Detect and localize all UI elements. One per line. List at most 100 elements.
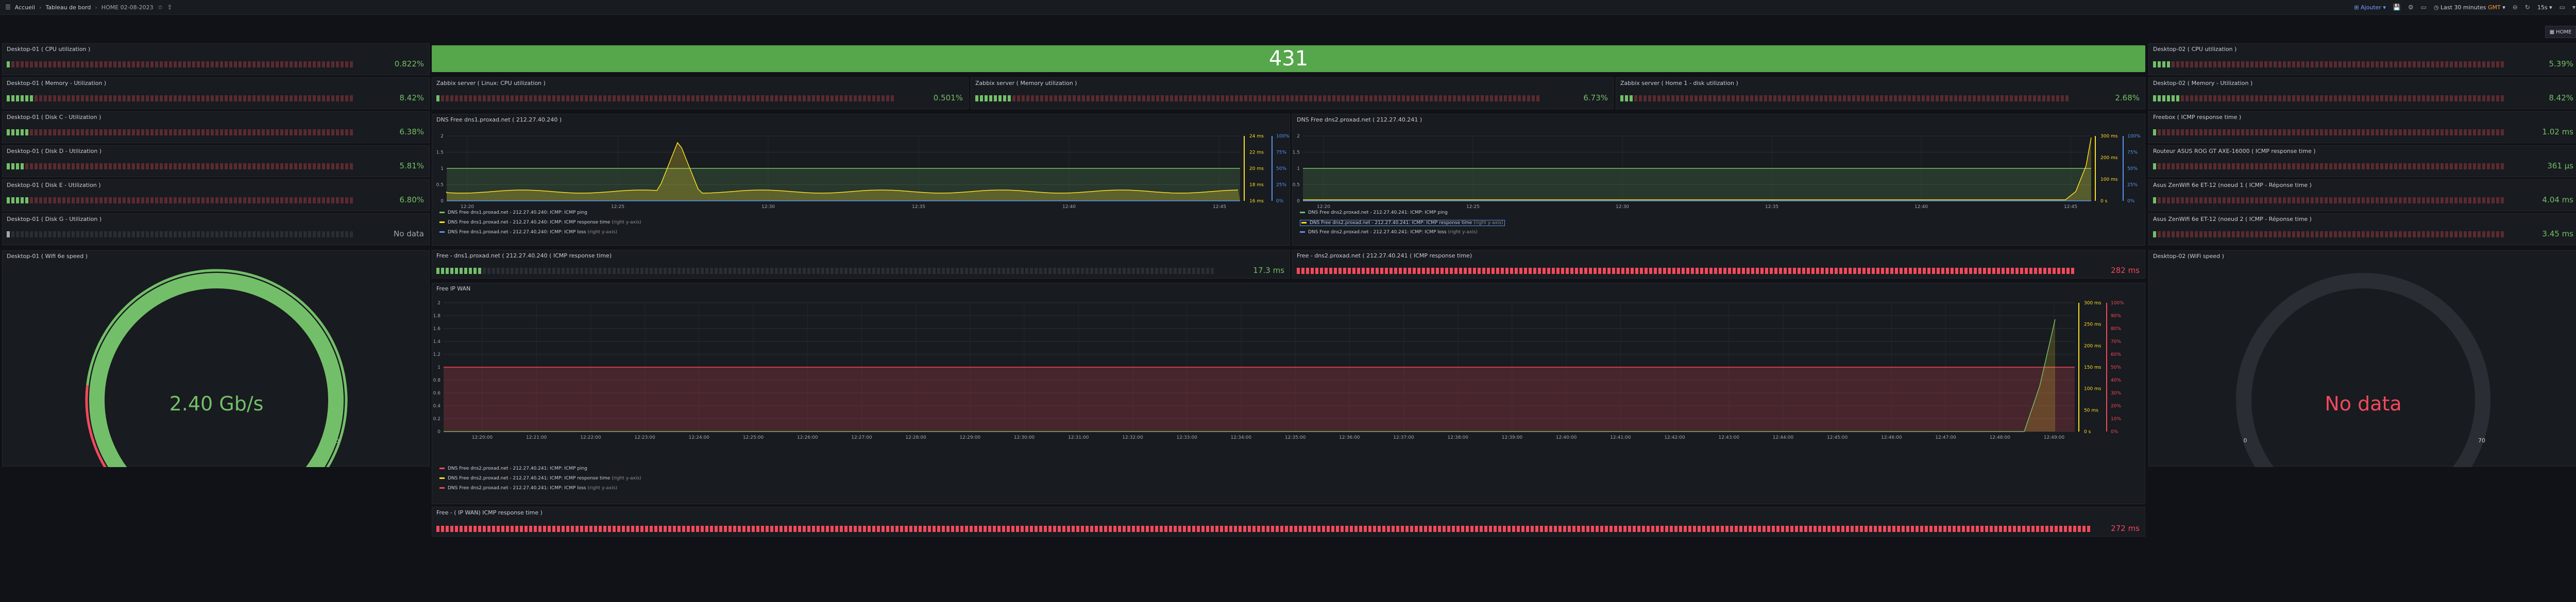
breadcrumb-home[interactable]: Accueil [15, 4, 35, 11]
gauge-segment [831, 95, 834, 101]
gauge-segment [1895, 268, 1898, 274]
gauge-segment [350, 197, 353, 203]
gauge-segment [1473, 268, 1476, 274]
gauge-segment [798, 95, 801, 101]
stat-total: 431 [432, 45, 2145, 72]
chevron-down-icon[interactable]: ▾ [2572, 4, 2575, 11]
legend-item-response[interactable]: DNS Free dns2.proxad.net - 212.27.40.241… [1300, 220, 1505, 226]
gauge-segment [1318, 95, 1321, 101]
gauge-segment [1725, 526, 1728, 532]
gauge-segment [603, 95, 606, 101]
gauge-segment [1048, 526, 1052, 532]
gauge-segment [1679, 526, 1682, 532]
gauge-segment [2181, 129, 2184, 135]
x-tick-label: 12:20 [461, 204, 474, 210]
y3-tick-label: 0% [1276, 199, 1284, 204]
wan-panel: Free IP WAN 2 1.8 1.6 1.4 1.2 1 0.8 0.6 0.4 0.2 0 3… [432, 283, 2145, 504]
gauge-segment [2223, 61, 2226, 67]
gauge-segment [2172, 197, 2175, 203]
gauge-segment [1980, 526, 1984, 532]
gauge-segment [2482, 61, 2485, 67]
zoom-out-icon[interactable]: ⊖ [2513, 4, 2518, 11]
gauge-segment [761, 268, 764, 274]
gauge-segment [62, 197, 65, 203]
gauge-segment [1095, 268, 1098, 274]
gauge-segment [2204, 129, 2207, 135]
gauge-segment [137, 129, 140, 135]
gauge-segment [589, 95, 592, 101]
breadcrumb-dashboard-title: HOME 02-08-2023 [101, 4, 154, 11]
gauge-segment [81, 61, 84, 67]
gauge-segment [21, 163, 24, 169]
gauge-segment [2320, 197, 2323, 203]
time-range-picker[interactable]: ◷ Last 30 minutes GMT ▾ [2434, 4, 2505, 11]
gauge-segment [1410, 526, 1413, 532]
gauge-segment [2343, 163, 2346, 169]
gauge-segment [2199, 163, 2202, 169]
home-button[interactable]: ▦ HOME [2545, 26, 2576, 38]
cycle-view-icon[interactable]: ▭ [2421, 4, 2427, 11]
gauge-segment [2227, 197, 2230, 203]
gauge-segment [290, 61, 293, 67]
gauge-segment [1934, 526, 1937, 532]
gauge-segment [137, 163, 140, 169]
gauge-segment [271, 61, 274, 67]
gauge-segment [2352, 197, 2355, 203]
gauge-segment [331, 197, 334, 203]
legend-item-loss[interactable]: DNS Free dns2.proxad.net - 212.27.40.241… [439, 486, 641, 491]
gauge-segment [1922, 95, 1925, 101]
gauge-segment [1447, 526, 1450, 532]
gauge-segment [1017, 95, 1020, 101]
gauge-segment [285, 197, 288, 203]
tv-mode-icon[interactable]: ▭ [2560, 4, 2565, 11]
refresh-interval-picker[interactable]: 15s ▾ [2537, 4, 2552, 11]
gauge-segment [1482, 268, 1485, 274]
gauge-segment [1855, 526, 1858, 532]
gauge-segment [677, 95, 681, 101]
breadcrumb-dashboards[interactable]: Tableau de bord [45, 4, 91, 11]
bar-gauge-value: 8.42% [2549, 93, 2573, 102]
settings-icon[interactable]: ⚙ [2408, 4, 2414, 11]
legend-swatch [1300, 212, 1305, 213]
legend-swatch [1301, 222, 1307, 223]
y2-tick-label: 150 ms [2084, 365, 2102, 370]
gauge-segment [2195, 197, 2198, 203]
gauge-segment [654, 95, 657, 101]
gauge-segment [2385, 61, 2388, 67]
gauge-segment [1945, 95, 1948, 101]
menu-icon[interactable]: ☰ [5, 4, 11, 11]
legend-item-ping[interactable]: DNS Free dns2.proxad.net - 212.27.40.241… [1300, 210, 1505, 215]
gauge-segment [854, 268, 857, 274]
wan-chart[interactable]: 21.81.61.41.210.80.60.40.20300 ms250 ms2… [432, 283, 2146, 505]
save-icon[interactable]: 💾 [2393, 4, 2401, 11]
gauge-segment [1671, 95, 1674, 101]
gauge-segment [1325, 268, 1328, 274]
legend-item-response[interactable]: DNS Free dns2.proxad.net - 212.27.40.241… [439, 476, 641, 481]
gauge-segment [104, 129, 107, 135]
legend-item-loss[interactable]: DNS Free dns2.proxad.net - 212.27.40.241… [1300, 230, 1505, 235]
gauge-segment [1490, 95, 1493, 101]
gauge-segment [1967, 526, 1970, 532]
gauge-segment [552, 95, 555, 101]
gauge-segment [2454, 163, 2458, 169]
add-button[interactable]: ⊞ Ajouter ▾ [2354, 4, 2386, 11]
legend-item-response[interactable]: DNS Free dns1.proxad.net - 212.27.40.240… [439, 220, 641, 225]
gauge-segment [1401, 526, 1404, 532]
gauge-segment [72, 95, 75, 101]
legend-item-ping[interactable]: DNS Free dns1.proxad.net - 212.27.40.240… [439, 210, 641, 215]
gauge-segment [192, 129, 195, 135]
gauge-segment [798, 268, 801, 274]
share-icon[interactable]: ⇪ [167, 4, 172, 11]
legend-item-loss[interactable]: DNS Free dns1.proxad.net - 212.27.40.240… [439, 230, 641, 235]
gauge-segment [2185, 231, 2189, 237]
gauge-segment [1492, 268, 1495, 274]
refresh-icon[interactable]: ↻ [2525, 4, 2530, 11]
gauge-segment [2213, 197, 2216, 203]
legend-item-ping[interactable]: DNS Free dns2.proxad.net - 212.27.40.241… [439, 466, 641, 471]
star-icon[interactable]: ☆ [158, 4, 163, 11]
gauge-segment [2362, 61, 2365, 67]
gauge-segment [2389, 95, 2393, 101]
gauge-segment [104, 231, 107, 237]
gauge-segment [1843, 95, 1846, 101]
gauge-segment [770, 526, 773, 532]
